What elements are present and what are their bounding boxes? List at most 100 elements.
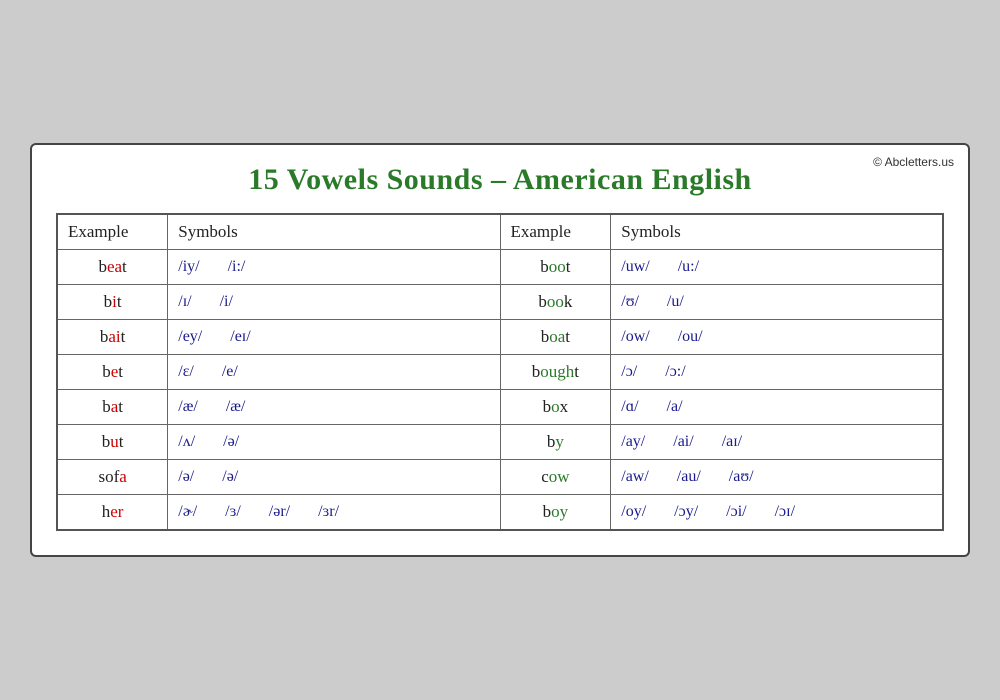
header-row: Example Symbols Example Symbols [57,214,943,250]
example-pre: b [104,292,113,311]
example-pre: b [102,397,111,416]
example-left: bait [57,320,168,355]
symbols-left: /ey/ /eɪ/ [168,320,500,355]
example-right: boat [500,320,611,355]
symbol-item: /eɪ/ [230,328,250,346]
example-post: t [119,432,124,451]
example-vowel: ough [540,362,574,381]
symbol-item: /æ/ [178,398,198,416]
example-pre: sof [98,467,119,486]
symbol-item: /ɔy/ [674,503,698,521]
example-post: t [566,257,571,276]
main-card: © Abcletters.us 15 Vowels Sounds – Ameri… [30,143,970,557]
symbol-item: /ɜr/ [318,503,339,521]
symbols-right: /aw/ /au/ /aʊ/ [611,460,943,495]
example-vowel: ea [107,257,122,276]
symbol-item: /ey/ [178,328,202,346]
symbol-item: /ʌ/ [178,433,195,451]
example-pre: b [543,397,552,416]
symbols-left: /æ/ /æ/ [168,390,500,425]
example-left: sofa [57,460,168,495]
symbol-item: /ɪ/ [178,293,191,311]
example-right: boy [500,495,611,531]
copyright-text: © Abcletters.us [873,155,954,169]
example-post: k [564,292,573,311]
example-post: x [560,397,569,416]
symbol-item: /a/ [667,398,683,416]
table-row: bit/ɪ//i/book/ʊ//u/ [57,285,943,320]
symbol-item: /i:/ [228,258,246,276]
symbols-left: /ʌ/ /ə/ [168,425,500,460]
example-pre: b [98,257,107,276]
symbol-item: /ə/ [223,433,239,451]
symbol-item: /oy/ [621,503,646,521]
symbol-item: /ɛ/ [178,363,194,381]
header-symbols2: Symbols [611,214,943,250]
table-row: bet/ɛ//e/bought/ɔ//ɔ:/ [57,355,943,390]
example-right: bought [500,355,611,390]
symbols-left: /iy//i:/ [168,250,500,285]
symbol-item: /ɔ:/ [665,363,685,381]
example-post: t [118,397,123,416]
example-left: beat [57,250,168,285]
example-left: her [57,495,168,531]
symbol-item: /æ/ [226,398,246,416]
symbol-item: /u:/ [678,258,699,276]
example-post: t [122,257,127,276]
example-vowel: ai [108,327,120,346]
table-row: but/ʌ//ə/by/ay//ai//aɪ/ [57,425,943,460]
example-vowel: oy [551,502,568,521]
symbols-right: /ɑ//a/ [611,390,943,425]
symbols-right: /ow/ /ou/ [611,320,943,355]
example-vowel: u [110,432,119,451]
example-right: by [500,425,611,460]
symbols-left: /ɛ//e/ [168,355,500,390]
header-example2: Example [500,214,611,250]
example-post: t [121,327,126,346]
example-vowel: ow [549,467,570,486]
symbols-left: /ɚ/ /ɜ/ /ər/ /ɜr/ [168,495,500,531]
table-row: bait/ey/ /eɪ/boat/ow/ /ou/ [57,320,943,355]
symbol-item: /ɚ/ [178,503,197,521]
example-pre: c [541,467,549,486]
symbols-right: /ʊ//u/ [611,285,943,320]
page-title: 15 Vowels Sounds – American English [56,163,944,197]
symbol-item: /ai/ [673,433,693,451]
symbol-item: /au/ [677,468,701,486]
example-pre: b [102,362,111,381]
example-pre: b [538,292,547,311]
symbol-item: /ər/ [269,503,290,521]
symbol-item: /u/ [667,293,684,311]
table-row: sofa/ə//ə/cow/aw//au//aʊ/ [57,460,943,495]
example-vowel: oo [549,257,566,276]
example-left: bit [57,285,168,320]
example-pre: h [102,502,111,521]
table-row: beat/iy//i:/boot/uw//u:/ [57,250,943,285]
example-vowel: y [555,432,564,451]
symbol-item: /ou/ [678,328,703,346]
example-pre: b [540,257,549,276]
symbol-item: /ow/ [621,328,649,346]
symbol-item: /ə/ [178,468,194,486]
example-post: t [118,362,123,381]
example-pre: b [102,432,111,451]
example-left: bat [57,390,168,425]
symbol-item: /aw/ [621,468,649,486]
example-right: box [500,390,611,425]
symbol-item: /aʊ/ [729,468,754,486]
example-vowel: a [119,467,127,486]
symbol-item: /ay/ [621,433,645,451]
example-vowel: oo [547,292,564,311]
table-row: her/ɚ//ɜ//ər//ɜr/boy/oy//ɔy//ɔi//ɔɪ/ [57,495,943,531]
symbols-right: /ay//ai//aɪ/ [611,425,943,460]
example-left: but [57,425,168,460]
symbol-item: /ɜ/ [225,503,241,521]
example-pre: b [532,362,541,381]
symbol-item: /ɔ/ [621,363,637,381]
vowels-table: Example Symbols Example Symbols beat/iy/… [56,213,944,531]
symbol-item: /ɔi/ [726,503,746,521]
symbol-item: /uw/ [621,258,649,276]
example-vowel: o [551,397,560,416]
example-vowel: oa [549,327,565,346]
example-right: book [500,285,611,320]
